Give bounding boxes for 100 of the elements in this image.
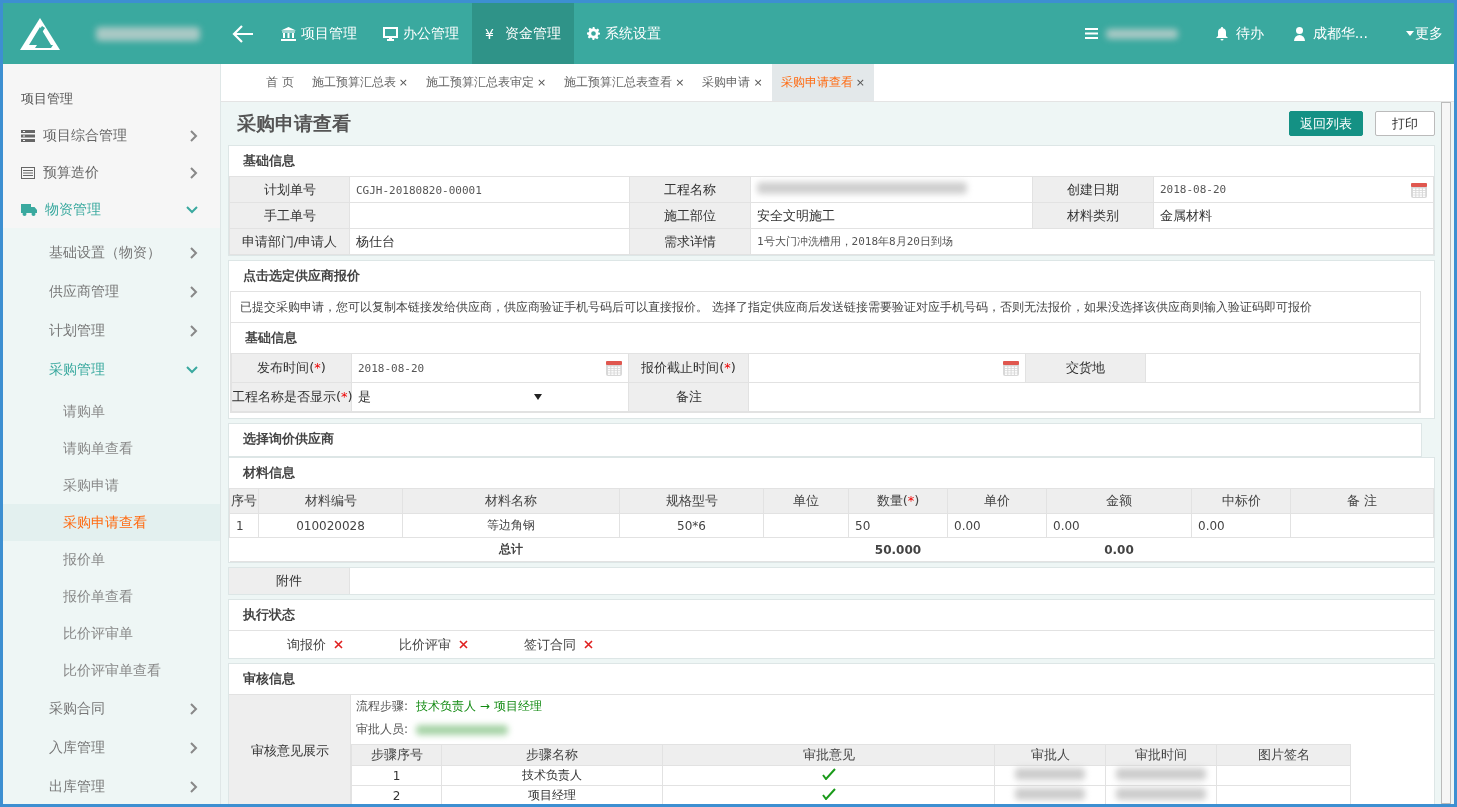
chevron-right-icon [190,324,198,337]
column-header: 步骤名称 [441,744,663,766]
sidebar-item[interactable]: 采购合同 [3,689,220,728]
page-tab[interactable]: 施工预算汇总表审定 × [417,64,556,101]
close-icon[interactable]: × [753,76,763,89]
field-label: 审核意见展示 [229,695,351,804]
todo-link[interactable]: 待办 [1235,24,1264,43]
yen-icon: ¥ [485,25,494,42]
column-header: 审批意见 [662,744,995,766]
chevron-right-icon [190,166,198,179]
user-icon [1293,26,1305,41]
page-tab[interactable]: 采购申请 × [693,64,772,101]
flow-steps: 技术负责人 → 项目经理 [416,698,542,715]
section-title: 基础信息 [244,329,298,347]
table-cell: 50 [855,518,871,533]
table-cell: 0.00 [954,518,981,533]
close-icon[interactable]: × [537,76,547,89]
table-cell: 0.00 [1198,518,1225,533]
bell-icon [1215,26,1228,41]
sidebar-item[interactable]: 采购申请查看 [3,504,220,541]
field-label: 施工部位 [629,202,751,229]
close-icon[interactable]: × [398,76,409,89]
sidebar-item[interactable]: 供应商管理 [3,272,220,311]
chevron-down-icon [186,365,198,374]
column-header: 材料名称 [402,488,620,514]
table-cell: 1 [236,518,244,533]
chevron-right-icon [190,702,198,715]
calendar-icon[interactable] [1003,360,1019,376]
menu-icon[interactable] [1084,28,1098,39]
table-icon [21,166,35,179]
sidebar-item[interactable]: 采购申请 [3,467,220,504]
section-title: 选择询价供应商 [242,430,335,448]
sidebar-item[interactable]: 预算造价 [3,154,220,191]
field-label: 报价截止时间(*) [628,353,749,383]
field-value: 安全文明施工 [757,207,835,223]
bank-icon [281,26,296,41]
field-label: 工程名称 [629,176,751,203]
sidebar-item[interactable]: 采购管理 [3,350,220,389]
chevron-right-icon [190,741,198,754]
sidebar-item[interactable]: 请购单查看 [3,430,220,467]
sidebar-item[interactable]: 基础设置（物资） [3,233,220,272]
date-value: 2018-08-20 [1160,183,1227,196]
close-icon[interactable]: × [855,76,865,89]
print-button[interactable]: 打印 [1375,111,1435,136]
field-label: 需求详情 [629,228,751,255]
sidebar-item[interactable]: 计划管理 [3,311,220,350]
calendar-icon[interactable] [606,360,622,376]
sidebar-item[interactable]: 请购单 [3,393,220,430]
field-label: 审批人员: [356,721,409,738]
field-label: 流程步骤: [356,698,409,715]
table-cell: 1 [392,768,401,783]
field-value: 金属材料 [1160,207,1212,223]
monitor-icon [383,26,398,41]
status-label: 比价评审 [399,635,451,654]
scrollbar[interactable] [1441,102,1451,804]
user-name[interactable]: 成都华... [1312,24,1368,43]
section-title: 基础信息 [242,152,296,170]
notice-text: 已提交采购申请，您可以复制本链接发给供应商，供应商验证手机号码后可以直接报价。 选择了指定供应商后发送链接需要验证对应手机号码，否则无法报价，如果没选择该供应商则输入验证码即可报价 [231,291,1420,323]
sidebar-item[interactable]: 物资管理 [3,191,220,228]
close-icon[interactable]: × [675,76,685,89]
sidebar-item[interactable]: 项目综合管理 [3,117,220,154]
calendar-icon[interactable] [1411,181,1427,198]
sidebar-item[interactable]: 报价单 [3,541,220,578]
page-tab[interactable]: 采购申请查看 × [771,64,874,101]
table-cell: 010020028 [296,518,365,533]
redacted-text [1015,768,1085,780]
page-tab[interactable]: 施工预算汇总表查看 × [555,64,694,101]
nav-tab[interactable]: ¥ 资金管理 [472,3,574,64]
table-cell: 技术负责人 [522,768,582,782]
nav-tab[interactable]: 办公管理 [370,3,472,64]
sidebar-item[interactable]: 比价评审单查看 [3,652,220,689]
column-header: 规格型号 [619,488,764,514]
column-header: 单价 [947,488,1047,514]
chevron-right-icon [190,246,198,259]
table-cell: 等边角钢 [487,518,535,532]
field-label: 附件 [229,568,350,594]
column-header: 步骤序号 [351,744,442,766]
sidebar-item[interactable]: 出库管理 [3,767,220,804]
more-menu[interactable]: 更多 [1415,24,1443,43]
table-cell: 2 [392,788,401,803]
status-label: 签订合同 [524,635,576,654]
sidebar-item[interactable]: 入库管理 [3,728,220,767]
dropdown-caret-icon [534,394,542,400]
back-arrow-icon[interactable] [232,24,254,43]
field-value: 1号大门冲洗槽用，2018年8月20日到场 [757,235,953,248]
section-title: 执行状态 [242,606,296,624]
back-to-list-button[interactable]: 返回列表 [1289,111,1363,136]
sidebar-item[interactable]: 报价单查看 [3,578,220,615]
page-tab[interactable]: 首 页 [257,64,303,101]
column-header: 单位 [763,488,849,514]
sidebar-item[interactable]: 比价评审单 [3,615,220,652]
nav-tab[interactable]: 项目管理 [268,3,370,64]
chevron-right-icon [190,129,198,142]
nav-tab[interactable]: 系统设置 [573,3,674,64]
section-title: 点击选定供应商报价 [242,267,361,285]
field-label: 材料类别 [1032,202,1154,229]
section-title: 审核信息 [242,670,296,688]
field-value: CGJH-20180820-00001 [356,183,482,197]
chevron-down-icon [186,205,198,214]
page-tab[interactable]: 施工预算汇总表 × [302,64,418,101]
